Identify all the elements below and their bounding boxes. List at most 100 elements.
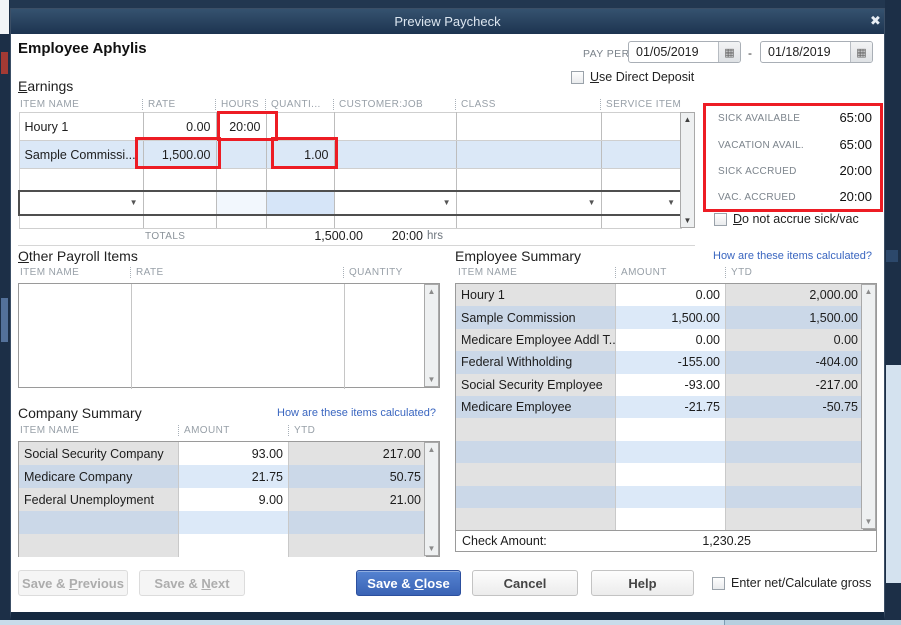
summary-row: Federal Unemployment 9.00 21.00 [19, 488, 426, 512]
earnings-cell-hours[interactable]: 20:00 [215, 112, 267, 141]
column-header: RATE [130, 267, 164, 278]
scroll-down-icon[interactable]: ▼ [425, 375, 438, 384]
company-summary-help-link[interactable]: How are these items calculated? [277, 407, 436, 419]
background-app-fragment [1, 52, 8, 74]
help-button[interactable]: Help [591, 570, 694, 596]
pay-period-end-field[interactable]: 01/18/2019 ▦ [760, 41, 873, 63]
earnings-cell-rate[interactable] [142, 214, 217, 229]
earnings-cell-quantity[interactable] [265, 168, 335, 191]
summary-cell [179, 534, 289, 558]
summary-cell [726, 485, 863, 508]
earnings-row [18, 214, 682, 229]
employee-name: Employee Aphylis [18, 40, 147, 57]
earnings-cell-quantity[interactable]: 1.00 [265, 140, 335, 169]
calendar-icon[interactable]: ▦ [850, 42, 872, 62]
other-payroll-items-table[interactable] [18, 283, 440, 389]
save-previous-button[interactable]: Save & Previous [18, 570, 128, 596]
column-header: ITEM NAME [458, 267, 518, 278]
earnings-cell-item[interactable]: ▼ [18, 189, 144, 216]
earnings-row: Houry 1 0.00 20:00 [18, 112, 682, 141]
save-next-button[interactable]: Save & Next [139, 570, 245, 596]
earnings-cell-item[interactable]: Houry 1 [18, 112, 144, 141]
earnings-scrollbar[interactable]: ▲ ▼ [680, 112, 695, 228]
totals-hours-unit: hrs [427, 230, 443, 242]
enter-net-checkbox[interactable] [712, 576, 725, 590]
dropdown-arrow-icon[interactable]: ▼ [588, 194, 596, 212]
cancel-button[interactable]: Cancel [472, 570, 578, 596]
earnings-cell-class[interactable] [455, 168, 602, 191]
dropdown-arrow-icon[interactable]: ▼ [443, 194, 451, 212]
summary-cell: 21.00 [289, 488, 426, 512]
earnings-row [18, 168, 682, 191]
earnings-cell-class[interactable] [455, 112, 602, 141]
earnings-cell-class[interactable]: ▼ [455, 189, 602, 216]
earnings-cell-customer_job[interactable] [333, 112, 457, 141]
check-amount-value: 1,230.25 [702, 534, 751, 548]
earnings-cell-hours[interactable] [215, 168, 267, 191]
use-direct-deposit-checkbox[interactable] [571, 70, 584, 84]
scroll-up-icon[interactable]: ▲ [862, 287, 875, 296]
earnings-cell-customer_job[interactable]: ▼ [333, 189, 457, 216]
earnings-cell-item[interactable] [18, 214, 144, 229]
check-amount-label: Check Amount: [462, 534, 547, 548]
earnings-cell-service_item[interactable] [600, 214, 682, 229]
earnings-cell-hours[interactable] [215, 189, 267, 216]
company-summary-scrollbar[interactable]: ▲ ▼ [424, 442, 439, 556]
scroll-up-icon[interactable]: ▲ [425, 445, 438, 454]
earnings-cell-item[interactable]: Sample Commissi... [18, 140, 144, 169]
summary-cell: Medicare Company [19, 465, 179, 489]
earnings-cell-item[interactable] [18, 168, 144, 191]
summary-row: Social Security Employee -93.00 -217.00 [456, 373, 863, 396]
summary-cell: 93.00 [179, 442, 289, 466]
summary-row: Federal Withholding -155.00 -404.00 [456, 351, 863, 374]
earnings-cell-rate[interactable] [142, 189, 217, 216]
earnings-cell-customer_job[interactable] [333, 140, 457, 169]
earnings-cell-rate[interactable]: 1,500.00 [142, 140, 217, 169]
company-summary-table: Social Security Company 93.00 217.00 Medica… [18, 441, 440, 558]
scroll-up-icon[interactable]: ▲ [681, 115, 694, 124]
save-close-button[interactable]: Save & Close [356, 570, 461, 596]
earnings-cell-customer_job[interactable] [333, 168, 457, 191]
use-direct-deposit-label: Use Direct Deposit [590, 70, 695, 84]
summary-cell: -217.00 [726, 373, 863, 396]
earnings-cell-rate[interactable] [142, 168, 217, 191]
summary-cell [19, 534, 179, 558]
summary-cell: Social Security Employee [456, 373, 616, 396]
scroll-down-icon[interactable]: ▼ [681, 216, 694, 225]
employee-summary-scrollbar[interactable]: ▲ ▼ [861, 284, 876, 529]
earnings-cell-customer_job[interactable] [333, 214, 457, 229]
do-not-accrue-label: Do not accrue sick/vac [733, 212, 859, 226]
earnings-cell-hours[interactable] [215, 214, 267, 229]
earnings-cell-service_item[interactable] [600, 140, 682, 169]
totals-label: TOTALS [145, 231, 186, 242]
do-not-accrue-checkbox[interactable] [714, 212, 727, 226]
dropdown-arrow-icon[interactable]: ▼ [130, 194, 138, 212]
scroll-down-icon[interactable]: ▼ [425, 544, 438, 553]
earnings-cell-service_item[interactable]: ▼ [600, 189, 682, 216]
employee-summary-help-link[interactable]: How are these items calculated? [713, 250, 872, 262]
summary-cell [616, 463, 726, 486]
summary-cell [456, 485, 616, 508]
dialog-titlebar[interactable]: Preview Paycheck [11, 9, 884, 34]
background-app-fragment [886, 365, 901, 583]
earnings-cell-class[interactable] [455, 140, 602, 169]
earnings-cell-hours[interactable] [215, 140, 267, 169]
pay-period-start-field[interactable]: 01/05/2019 ▦ [628, 41, 741, 63]
earnings-cell-service_item[interactable] [600, 112, 682, 141]
summary-cell: Sample Commission [456, 306, 616, 329]
close-icon[interactable]: ✖ [870, 13, 891, 29]
earnings-cell-quantity[interactable] [265, 189, 335, 216]
scroll-down-icon[interactable]: ▼ [862, 517, 875, 526]
scroll-up-icon[interactable]: ▲ [425, 287, 438, 296]
background-app-fragment [725, 620, 901, 625]
summary-cell [616, 440, 726, 464]
dropdown-arrow-icon[interactable]: ▼ [667, 194, 675, 212]
earnings-cell-class[interactable] [455, 214, 602, 229]
earnings-cell-service_item[interactable] [600, 168, 682, 191]
earnings-cell-rate[interactable]: 0.00 [142, 112, 217, 141]
other-payroll-scrollbar[interactable]: ▲ ▼ [424, 284, 439, 387]
summary-cell: -50.75 [726, 395, 863, 419]
earnings-cell-quantity[interactable] [265, 214, 335, 229]
calendar-icon[interactable]: ▦ [718, 42, 740, 62]
earnings-cell-quantity[interactable] [265, 112, 335, 141]
